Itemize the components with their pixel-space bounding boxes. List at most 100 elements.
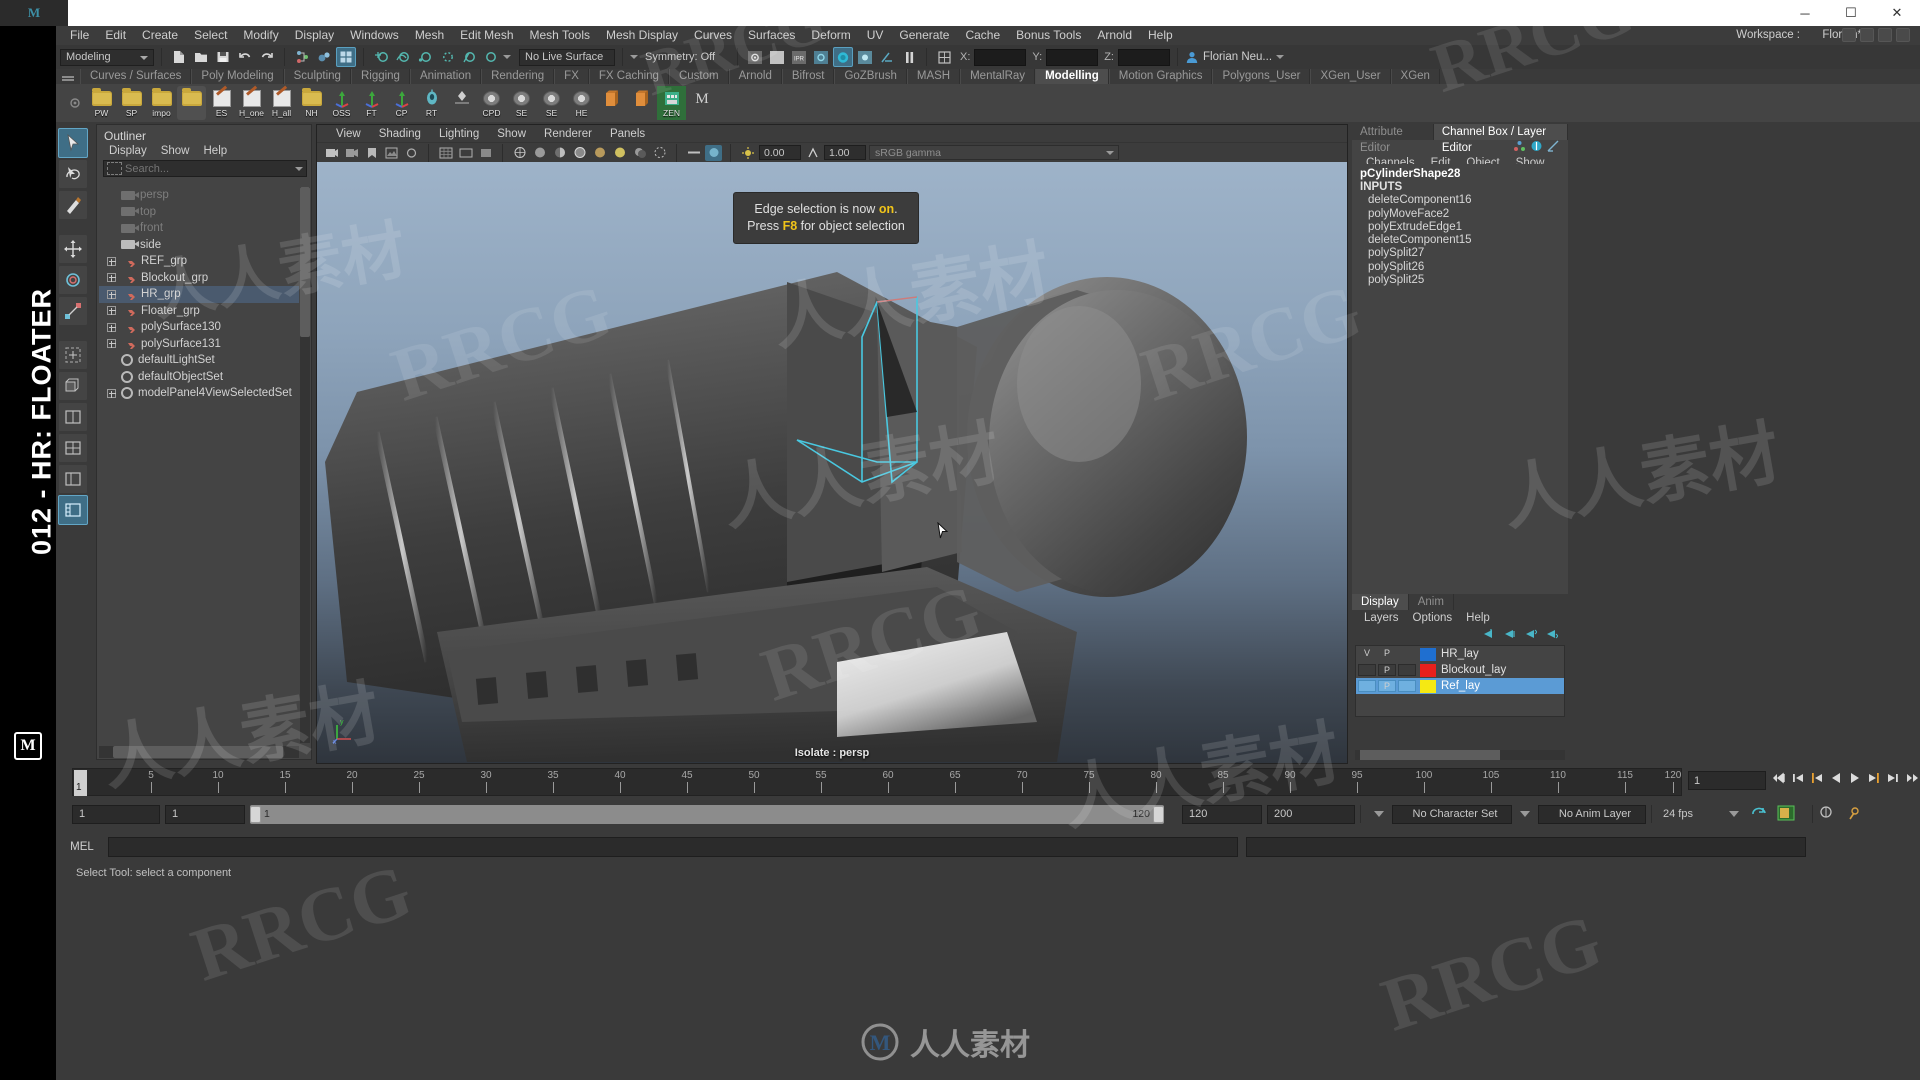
shelf-tab-polygons-user[interactable]: Polygons_User [1212, 69, 1311, 84]
animation-start-field[interactable]: 1 [72, 804, 160, 824]
color-space-dropdown[interactable]: sRGB gamma [869, 145, 1119, 160]
shelf-tab-arnold[interactable]: Arnold [728, 69, 782, 84]
shelf-button-ft[interactable]: FT [357, 86, 386, 120]
shelf-grip-icon[interactable] [56, 69, 80, 84]
coord-y-input[interactable] [1046, 48, 1099, 66]
wireframe-shading-icon[interactable] [511, 145, 528, 161]
layer-menu-help[interactable]: Help [1459, 612, 1497, 624]
workspace-menu-icon[interactable] [1860, 28, 1874, 42]
user-account-button[interactable]: Florian Neu... [1185, 50, 1285, 64]
bookmark-icon[interactable] [363, 145, 380, 161]
layer-color-swatch[interactable] [1420, 679, 1436, 693]
scrollbar-thumb[interactable] [113, 746, 283, 758]
move-tool-button[interactable] [58, 234, 88, 264]
shelf-tab-poly-modeling[interactable]: Poly Modeling [191, 69, 284, 84]
menu-arnold[interactable]: Arnold [1089, 26, 1140, 45]
toggle-perspective-icon[interactable] [877, 47, 897, 67]
character-set-field[interactable]: No Character Set [1392, 804, 1512, 824]
shelf-tab-sculpting[interactable]: Sculpting [283, 69, 351, 84]
gamma-icon[interactable] [804, 145, 821, 161]
layout-four-button[interactable] [58, 433, 88, 463]
menu-modify[interactable]: Modify [235, 26, 286, 45]
shelf-button-h-all[interactable]: H_all [267, 86, 296, 120]
grid-toggle-icon[interactable] [437, 145, 454, 161]
open-scene-icon[interactable] [191, 47, 211, 67]
scale-tool-button[interactable] [58, 296, 88, 326]
user-caret-icon[interactable] [1276, 55, 1285, 59]
xray-toggle-icon[interactable] [705, 144, 722, 161]
snap-viewplane-icon[interactable] [459, 47, 479, 67]
play-backwards-icon[interactable] [1829, 770, 1843, 786]
channelbox-input-node[interactable]: polyExtrudeEdge1 [1352, 221, 1568, 234]
channelbox-input-node[interactable]: deleteComponent15 [1352, 234, 1568, 247]
smooth-shade-selected-icon[interactable] [551, 145, 568, 161]
shelf-button-impo[interactable]: impo [147, 86, 176, 120]
play-forwards-icon[interactable] [1848, 770, 1862, 786]
view-cube-button[interactable] [58, 371, 88, 401]
menu-cache[interactable]: Cache [957, 26, 1008, 45]
layer-playback-toggle[interactable]: P [1378, 664, 1396, 676]
menu-help[interactable]: Help [1140, 26, 1181, 45]
new-layer-icon[interactable] [1481, 628, 1495, 640]
redo-icon[interactable] [257, 47, 277, 67]
select-by-object-icon[interactable] [314, 47, 334, 67]
shelf-button-box1[interactable] [597, 86, 626, 120]
symmetry-caret[interactable] [630, 55, 638, 59]
step-forward-frame-icon[interactable] [1867, 770, 1881, 786]
menu-uv[interactable]: UV [859, 26, 892, 45]
layout-single-button[interactable] [58, 402, 88, 432]
layer-state-toggle[interactable] [1398, 664, 1416, 676]
layer-list[interactable]: V P HR_lay P Blockout_lay P Ref_lay [1355, 645, 1565, 717]
shelf-button-he[interactable]: HE [567, 86, 596, 120]
shadows-icon[interactable] [631, 145, 648, 161]
workspace-save-icon[interactable] [1842, 28, 1856, 42]
layer-tab-anim[interactable]: Anim [1408, 594, 1454, 610]
maximize-button[interactable]: ☐ [1828, 0, 1874, 26]
coord-z-input[interactable] [1117, 48, 1170, 66]
shelf-tab-gozbrush[interactable]: GoZBrush [834, 69, 907, 84]
shelf-button-pw[interactable]: PW [87, 86, 116, 120]
workspace-grid-icon[interactable] [1878, 28, 1892, 42]
viewport-menu-view[interactable]: View [327, 128, 370, 140]
playback-end-field[interactable]: 120 [1182, 804, 1262, 824]
render-current-frame-icon[interactable] [745, 47, 765, 67]
live-surface-field[interactable]: No Live Surface [519, 48, 615, 66]
step-back-key-icon[interactable] [1791, 770, 1805, 786]
viewport-menu-panels[interactable]: Panels [601, 128, 654, 140]
shelf-tab-motion-graphics[interactable]: Motion Graphics [1108, 69, 1213, 84]
channelbox-input-node[interactable]: polySplit25 [1352, 274, 1568, 287]
new-layer-from-selected-icon[interactable] [1502, 628, 1516, 640]
outliner-item-defaultobjectset[interactable]: defaultObjectSet [99, 369, 299, 386]
search-input[interactable] [125, 162, 275, 175]
menu-create[interactable]: Create [134, 26, 186, 45]
outliner-item-blockout-grp[interactable]: Blockout_grp [99, 270, 299, 287]
outliner-item-front[interactable]: front [99, 220, 299, 237]
animation-preferences-icon[interactable] [1818, 805, 1834, 823]
film-gate-icon[interactable] [457, 145, 474, 161]
shelf-button-rt[interactable]: RT [417, 86, 446, 120]
shelf-button-diamond[interactable] [447, 86, 476, 120]
texture-display-icon[interactable] [591, 145, 608, 161]
outliner-item-ref-grp[interactable]: REF_grp [99, 253, 299, 270]
menu-mesh-tools[interactable]: Mesh Tools [522, 26, 598, 45]
shelf-button-h-one[interactable]: H_one [237, 86, 266, 120]
shelf-tab-bifrost[interactable]: Bifrost [781, 69, 835, 84]
layer-color-swatch[interactable] [1420, 663, 1436, 677]
animation-preferences-loop-icon[interactable] [1751, 806, 1767, 823]
anim-layer-field[interactable]: No Anim Layer [1538, 804, 1646, 824]
shelf-options-icon[interactable] [64, 91, 86, 115]
layer-state-toggle[interactable] [1398, 680, 1416, 692]
shelf-button-cp[interactable]: CP [387, 86, 416, 120]
menu-mesh-display[interactable]: Mesh Display [598, 26, 686, 45]
outliner-menu-help[interactable]: Help [197, 145, 235, 157]
range-slider-bar[interactable]: 1 120 [250, 804, 1164, 824]
shelf-button-box2[interactable] [627, 86, 656, 120]
channelbox-input-node[interactable]: polySplit26 [1352, 261, 1568, 274]
command-line-input[interactable] [108, 837, 1238, 857]
coord-x-input[interactable] [974, 48, 1027, 66]
shelf-button-nh[interactable]: NH [297, 86, 326, 120]
symmetry-field[interactable]: Symmetry: Off [640, 49, 730, 66]
expand-icon[interactable] [107, 322, 116, 332]
menu-curves[interactable]: Curves [686, 26, 740, 45]
hypershade-icon[interactable] [833, 47, 853, 67]
